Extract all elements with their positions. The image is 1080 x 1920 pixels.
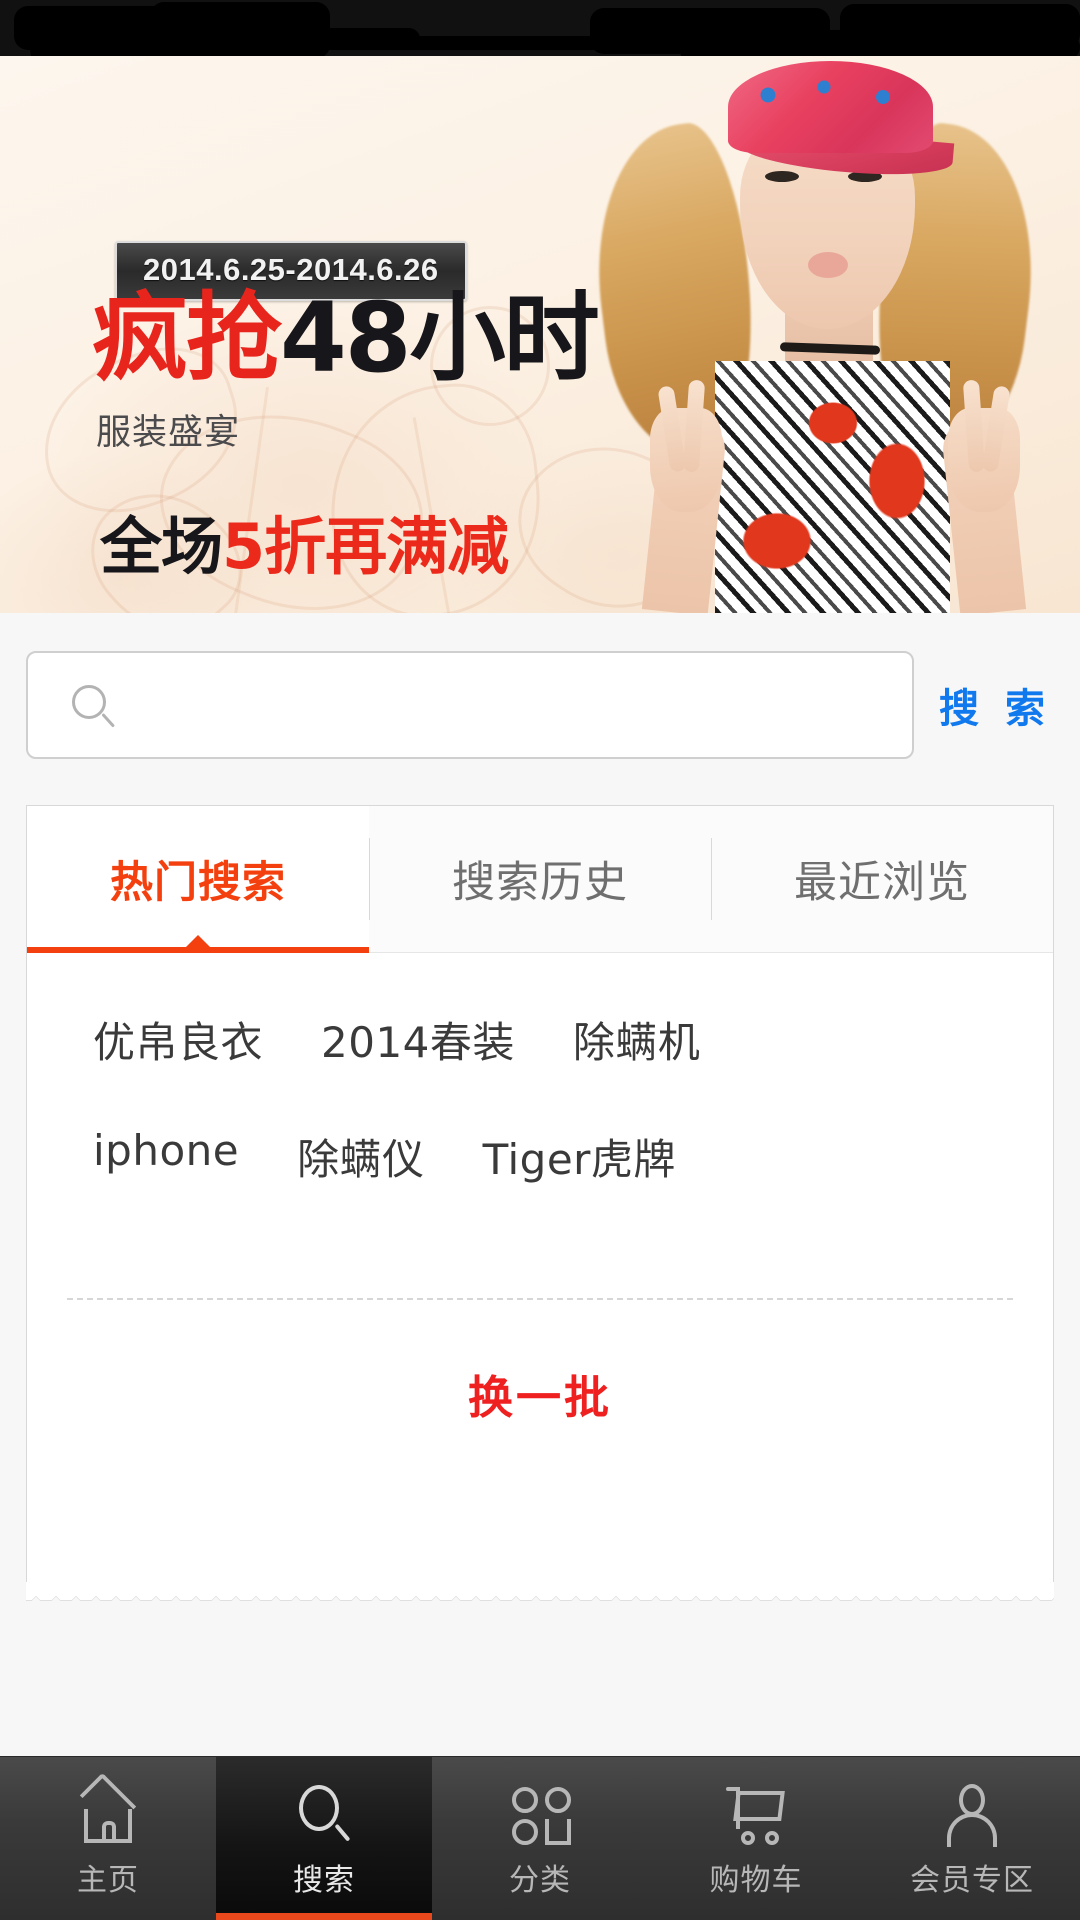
- panel-divider: [67, 1298, 1013, 1300]
- model-eye-left: [765, 171, 799, 182]
- promo-subline: 服装盛宴: [96, 413, 241, 452]
- tab-hot-search[interactable]: 热门搜索: [27, 806, 369, 953]
- nav-item-search[interactable]: 搜索: [216, 1757, 432, 1920]
- tab-recent-browse[interactable]: 最近浏览: [711, 806, 1053, 952]
- keyword-area: 优帛良衣 2014春装 除螨机 iphone 除螨仪 Tiger虎牌 换一批: [27, 953, 1053, 1583]
- promo-banner[interactable]: 2014.6.25-2014.6.26 疯抢48小时 服装盛宴 全场5折再满减: [0, 56, 1080, 613]
- search-field-container[interactable]: [26, 651, 914, 759]
- app-screen: 2014.6.25-2014.6.26 疯抢48小时 服装盛宴 全场5折再满减: [0, 0, 1080, 1920]
- keyword-chip[interactable]: 优帛良衣: [93, 1009, 263, 1070]
- keyword-chip[interactable]: Tiger虎牌: [483, 1126, 676, 1187]
- promo-discount-red: 5折再满减: [222, 510, 509, 583]
- panel-tabs: 热门搜索 搜索历史 最近浏览: [27, 806, 1053, 953]
- tab-search-history[interactable]: 搜索历史: [369, 806, 711, 952]
- promo-discount-dark: 全场: [100, 510, 223, 583]
- search-bar: 搜 索: [0, 613, 1080, 803]
- grid-icon: [505, 1779, 575, 1849]
- search-input[interactable]: [130, 653, 900, 757]
- search-icon: [289, 1779, 359, 1849]
- active-tab-caret-icon: [185, 935, 211, 948]
- nav-item-cart[interactable]: 购物车: [648, 1757, 864, 1920]
- user-icon: [937, 1779, 1007, 1849]
- model-photo: [580, 56, 1080, 613]
- nav-item-home-label: 主页: [77, 1862, 139, 1898]
- model-cap: [728, 61, 933, 153]
- search-icon: [72, 685, 116, 729]
- nav-item-home[interactable]: 主页: [0, 1757, 216, 1920]
- promo-headline-dark: 48小时: [280, 282, 600, 394]
- keyword-chip[interactable]: 2014春装: [321, 1009, 515, 1070]
- bottom-navigation: 主页 搜索 分类 购物车 会员专区: [0, 1756, 1080, 1920]
- tab-recent-browse-label: 最近浏览: [794, 858, 970, 908]
- tab-hot-search-label: 热门搜索: [110, 858, 286, 908]
- keyword-row: 优帛良衣 2014春装 除螨机: [27, 1009, 1053, 1070]
- refresh-keywords-button[interactable]: 换一批: [27, 1361, 1053, 1426]
- promo-headline: 疯抢48小时: [92, 288, 600, 389]
- nav-item-search-label: 搜索: [293, 1862, 355, 1898]
- promo-headline-red: 疯抢: [92, 282, 282, 394]
- keyword-chip[interactable]: iphone: [93, 1126, 239, 1187]
- keyword-row: iphone 除螨仪 Tiger虎牌: [27, 1126, 1053, 1187]
- status-bar: [0, 0, 1080, 66]
- nav-item-member-label: 会员专区: [910, 1862, 1034, 1898]
- nav-item-category-label: 分类: [509, 1862, 571, 1898]
- home-icon: [73, 1772, 143, 1849]
- panel-sawtooth-edge: [26, 1582, 1054, 1600]
- model-lips: [808, 252, 848, 278]
- keyword-chip[interactable]: 除螨机: [573, 1009, 701, 1070]
- keyword-chip[interactable]: 除螨仪: [297, 1126, 425, 1187]
- search-submit-button[interactable]: 搜 索: [920, 651, 1070, 759]
- search-suggestions-panel: 热门搜索 搜索历史 最近浏览 优帛良衣 2014春装 除螨机 iphone 除螨…: [26, 805, 1054, 1582]
- nav-item-category[interactable]: 分类: [432, 1757, 648, 1920]
- promo-discount-line: 全场5折再满减: [100, 496, 509, 586]
- nav-item-member[interactable]: 会员专区: [864, 1757, 1080, 1920]
- tab-search-history-label: 搜索历史: [452, 858, 628, 908]
- cart-icon: [721, 1779, 791, 1849]
- nav-item-cart-label: 购物车: [709, 1862, 803, 1898]
- model-floral-shirt: [715, 361, 950, 613]
